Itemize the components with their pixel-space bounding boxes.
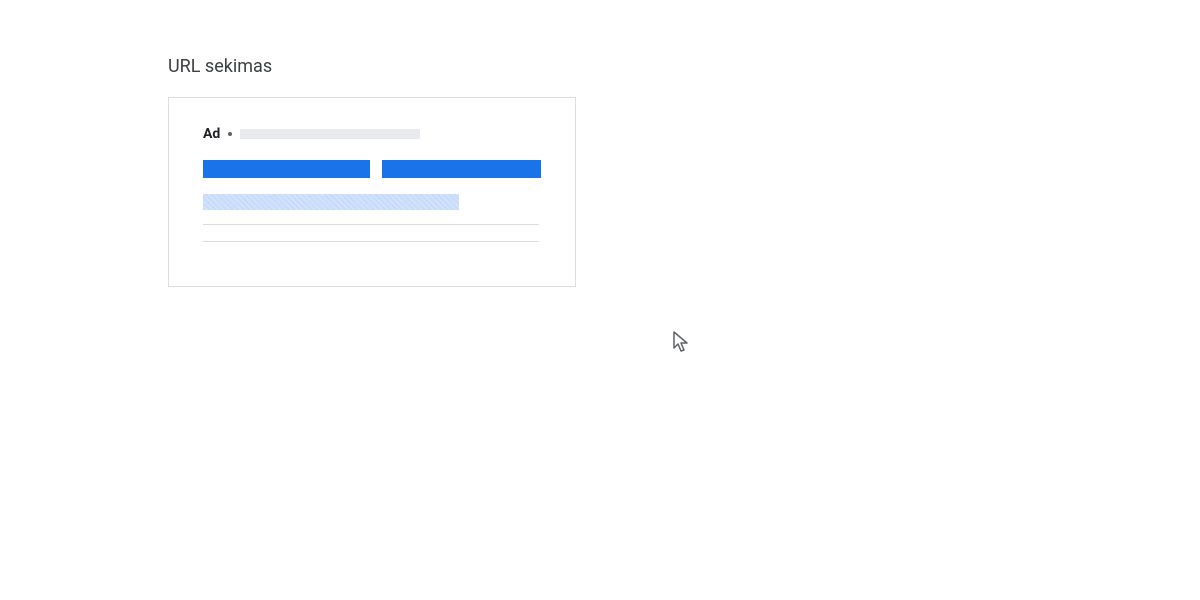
section-title: URL sekimas [168,56,1200,77]
ad-label: Ad [203,126,220,142]
url-tracking-section: URL sekimas Ad [0,0,1200,287]
ad-url-placeholder [240,129,420,139]
ad-headline-placeholder [203,160,370,178]
ad-tracking-highlight [203,194,459,210]
ad-headline-placeholder [382,160,541,178]
ad-header-row: Ad [203,126,541,142]
ad-description-placeholder [203,241,539,242]
cursor-pointer-icon [672,330,692,354]
ad-headline-row [203,160,541,178]
ad-preview-card: Ad [168,97,576,287]
ad-description-placeholder [203,224,539,225]
bullet-separator-icon [228,132,232,136]
